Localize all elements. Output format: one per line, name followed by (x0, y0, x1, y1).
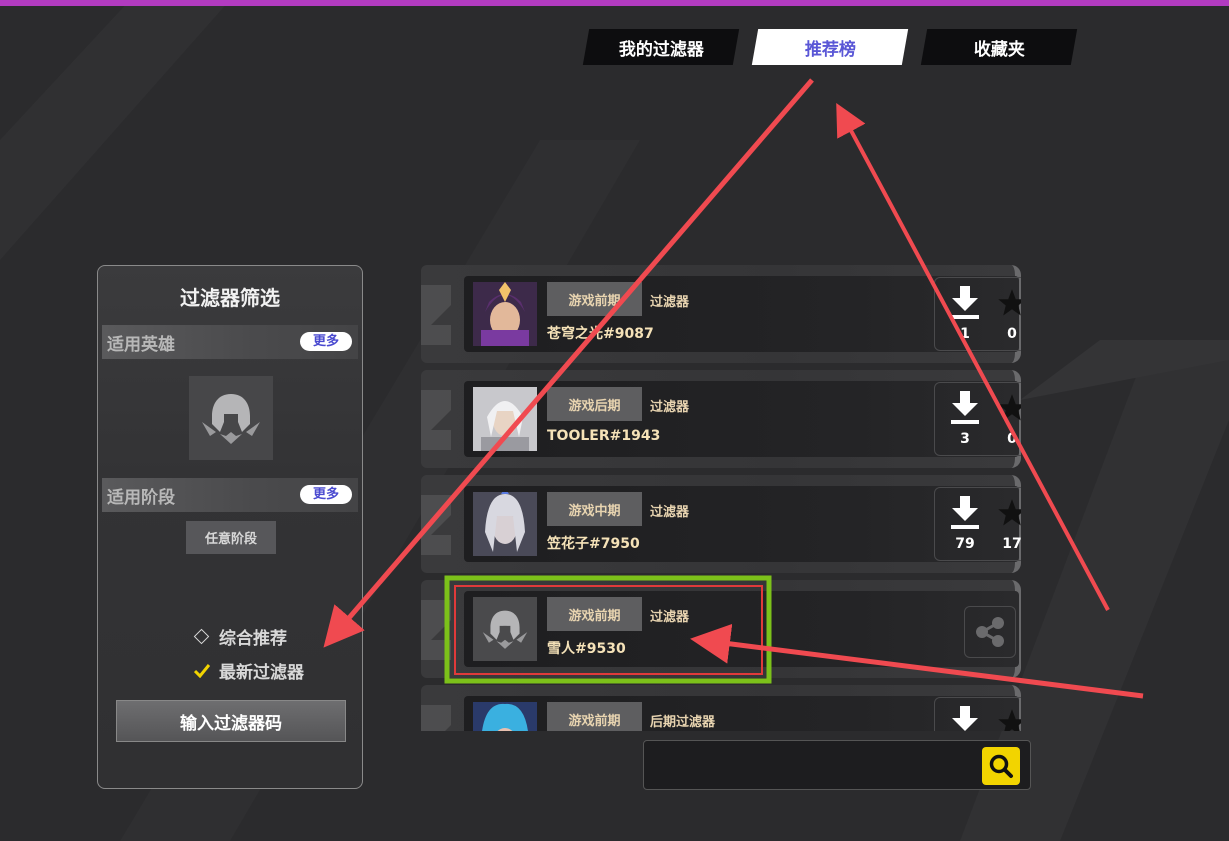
stats-box (934, 697, 1021, 731)
stats-box: 3 0 (934, 382, 1021, 456)
star-count: 17 (1002, 536, 1021, 552)
stage-section-header: 适用阶段 更多 (102, 478, 358, 512)
tab-recommended[interactable]: 推荐榜 (751, 29, 909, 65)
stats-box: 79 17 (934, 487, 1021, 561)
search-button[interactable] (982, 747, 1020, 785)
filter-type-label: 过滤器 (650, 505, 690, 520)
hero-section-label: 适用英雄 (107, 334, 175, 355)
card-stripe-decoration (421, 285, 451, 345)
card-body: 游戏中期 过滤器 笠花子#7950 79 17 (464, 486, 1021, 562)
download-count: 3 (960, 431, 970, 447)
hero-more-button[interactable]: 更多 (300, 332, 352, 351)
sort-option-label: 最新过滤器 (219, 663, 304, 683)
phase-tag: 游戏前期 (547, 597, 642, 631)
default-helmet-icon (473, 597, 537, 661)
tab-my-filters[interactable]: 我的过滤器 (582, 29, 740, 65)
download-icon[interactable] (949, 706, 981, 731)
hero-portrait-blue-icon (473, 702, 537, 731)
star-icon[interactable] (997, 393, 1021, 423)
stage-any-button[interactable]: 任意阶段 (186, 521, 276, 554)
helmet-icon (202, 394, 260, 444)
card-stripe-decoration (421, 495, 451, 555)
filter-panel: 过滤器筛选 适用英雄 更多 适用阶段 更多 任意阶段 综合推荐 最新过滤器 输入… (97, 265, 363, 789)
phase-tag: 游戏中期 (547, 492, 642, 526)
input-filter-code-button[interactable]: 输入过滤器码 (116, 700, 346, 742)
download-icon[interactable] (949, 496, 981, 530)
diamond-icon (193, 628, 210, 645)
sort-option-newest[interactable]: 最新过滤器 (194, 658, 304, 683)
card-body: 游戏前期 后期过滤器 (464, 696, 1021, 731)
card-stripe-decoration (421, 390, 451, 450)
card-body: 游戏前期 过滤器 苍穹之光#9087 1 0 (464, 276, 1021, 352)
share-icon (976, 617, 1004, 647)
tab-label: 我的过滤器 (618, 39, 704, 60)
phase-tag: 游戏前期 (547, 282, 642, 316)
tab-label: 推荐榜 (804, 39, 856, 60)
star-icon[interactable] (997, 708, 1021, 731)
card-body: 游戏前期 过滤器 雪人#9530 (464, 591, 1019, 667)
star-count: 0 (1007, 431, 1017, 447)
card-body: 游戏后期 过滤器 TOOLER#1943 3 0 (464, 381, 1021, 457)
filter-list: 游戏前期 过滤器 苍穹之光#9087 1 0 游戏后期 过滤器 TOOLER#1… (421, 265, 1021, 731)
star-icon[interactable] (997, 498, 1021, 528)
tab-label: 收藏夹 (973, 39, 1025, 60)
share-button[interactable] (964, 606, 1016, 658)
stage-more-button[interactable]: 更多 (300, 485, 352, 504)
filter-type-label: 过滤器 (650, 295, 690, 310)
filter-card[interactable]: 游戏后期 过滤器 TOOLER#1943 3 0 (421, 370, 1021, 468)
download-icon[interactable] (949, 286, 981, 320)
filter-card[interactable]: 游戏前期 过滤器 苍穹之光#9087 1 0 (421, 265, 1021, 363)
hero-section-header: 适用英雄 更多 (102, 325, 358, 359)
hero-portrait-silver-icon (473, 492, 537, 556)
author-name: 笠花子#7950 (547, 536, 640, 552)
download-count: 79 (955, 536, 975, 552)
sort-option-label: 综合推荐 (219, 629, 287, 649)
author-name: TOOLER#1943 (547, 428, 661, 444)
tab-favorites[interactable]: 收藏夹 (920, 29, 1078, 65)
download-count: 1 (960, 326, 970, 342)
star-icon[interactable] (997, 288, 1021, 318)
filter-type-label: 过滤器 (650, 400, 690, 415)
panel-title: 过滤器筛选 (180, 286, 280, 310)
filter-card[interactable]: 游戏中期 过滤器 笠花子#7950 79 17 (421, 475, 1021, 573)
phase-tag: 游戏后期 (547, 387, 642, 421)
top-accent-bar (0, 0, 1229, 6)
search-icon (989, 754, 1013, 778)
stage-section-label: 适用阶段 (107, 487, 175, 508)
card-stripe-decoration (421, 600, 451, 660)
stats-box: 1 0 (934, 277, 1021, 351)
filter-card[interactable]: 游戏前期 过滤器 雪人#9530 (421, 580, 1021, 678)
author-name: 苍穹之光#9087 (547, 326, 654, 342)
filter-card[interactable]: 游戏前期 后期过滤器 (421, 685, 1021, 731)
checkmark-icon (194, 663, 210, 678)
search-bar (643, 740, 1031, 790)
phase-tag: 游戏前期 (547, 702, 642, 731)
filter-type-label: 过滤器 (650, 610, 690, 625)
search-input[interactable] (654, 749, 978, 783)
author-name: 雪人#9530 (547, 641, 626, 657)
hero-portrait-white-icon (473, 387, 537, 451)
hero-select-slot[interactable] (189, 376, 273, 460)
filter-type-label: 后期过滤器 (650, 715, 716, 730)
card-stripe-decoration (421, 705, 451, 731)
star-count: 0 (1007, 326, 1017, 342)
hero-portrait-purple-icon (473, 282, 537, 346)
sort-option-overall[interactable]: 综合推荐 (193, 624, 287, 649)
download-icon[interactable] (949, 391, 981, 425)
